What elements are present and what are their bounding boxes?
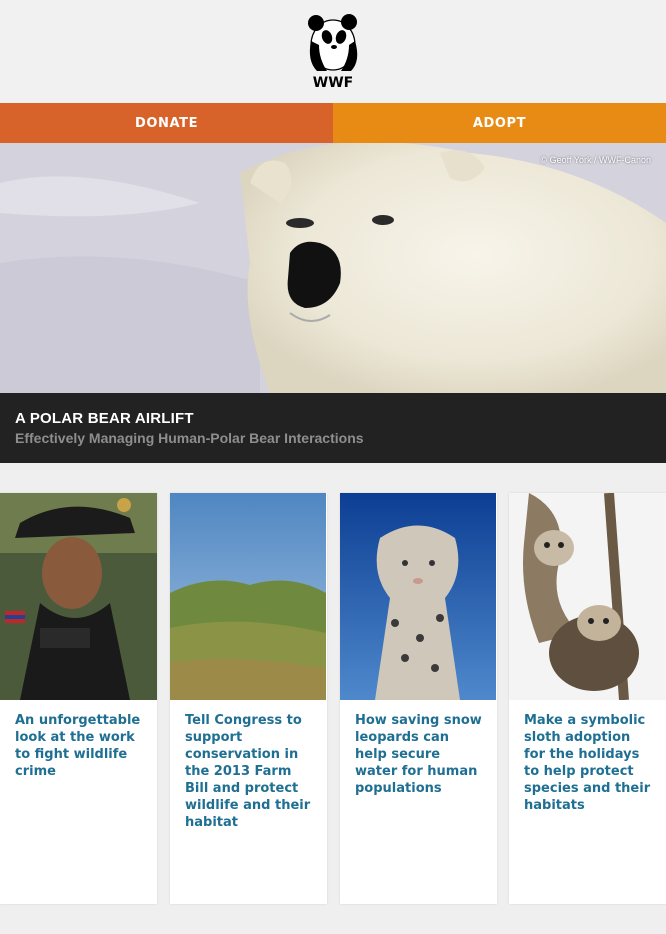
wwf-panda-logo[interactable]: WWF [305, 11, 361, 91]
card-image[interactable] [170, 493, 327, 700]
card-text[interactable]: An unforgettable look at the work to fig… [0, 700, 157, 780]
hero-image[interactable]: © Geoff York / WWF-Canon [0, 143, 666, 393]
wwf-logo-text: WWF [313, 75, 353, 91]
sloth-photo [509, 493, 666, 700]
card-image[interactable] [509, 493, 666, 700]
hero-caption[interactable]: A POLAR BEAR AIRLIFT Effectively Managin… [0, 393, 666, 463]
card-text[interactable]: Tell Congress to support conservation in… [170, 700, 327, 831]
card-text[interactable]: How saving snow leopards can help secure… [340, 700, 497, 797]
card-snow-leopards[interactable]: How saving snow leopards can help secure… [340, 493, 497, 904]
card-image[interactable] [0, 493, 157, 700]
snow-leopard-photo [340, 493, 496, 700]
adopt-button[interactable]: ADOPT [333, 103, 666, 143]
polar-bear-photo [0, 143, 666, 393]
donate-button[interactable]: DONATE [0, 103, 333, 143]
hero-subtitle: Effectively Managing Human-Polar Bear In… [15, 430, 364, 446]
card-farm-bill[interactable]: Tell Congress to support conservation in… [170, 493, 327, 904]
card-image[interactable] [340, 493, 497, 700]
hero-title[interactable]: A POLAR BEAR AIRLIFT [15, 410, 651, 427]
site-header: WWF [0, 0, 666, 103]
story-cards: An unforgettable look at the work to fig… [0, 493, 666, 905]
cta-bar: DONATE ADOPT [0, 103, 666, 143]
photo-credit: © Geoff York / WWF-Canon [540, 155, 651, 165]
card-wildlife-crime[interactable]: An unforgettable look at the work to fig… [0, 493, 157, 904]
card-sloth-adoption[interactable]: Make a symbolic sloth adoption for the h… [509, 493, 666, 904]
grassland-photo [170, 493, 326, 700]
card-text[interactable]: Make a symbolic sloth adoption for the h… [509, 700, 666, 814]
ranger-photo [0, 493, 157, 700]
